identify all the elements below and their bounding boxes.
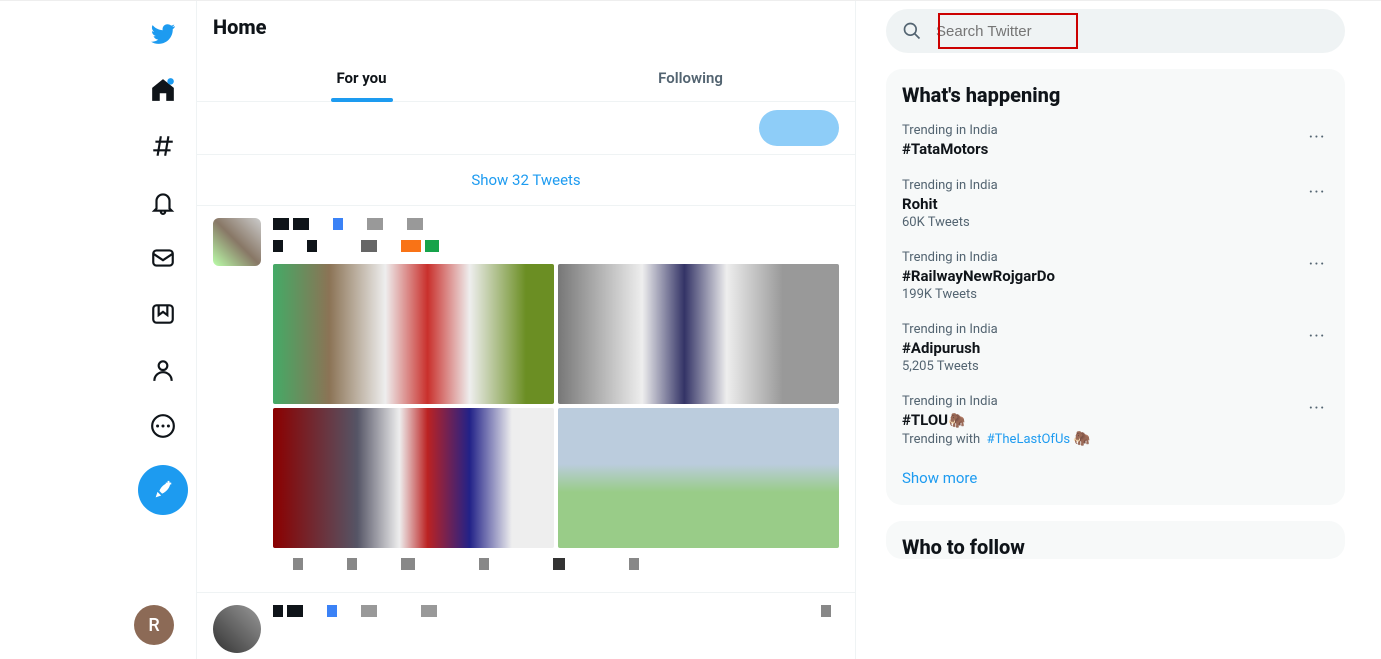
trend-topic: #TataMotors bbox=[902, 140, 1329, 158]
tweet-image-grid[interactable] bbox=[273, 264, 839, 548]
trend-topic: #TLOU🦣 bbox=[902, 411, 1329, 429]
trend-item[interactable]: ··· Trending in India Rohit 60K Tweets bbox=[886, 168, 1345, 240]
home-icon bbox=[150, 77, 176, 103]
envelope-icon bbox=[150, 245, 176, 271]
tweet[interactable] bbox=[197, 206, 855, 593]
twitter-bird-icon bbox=[150, 21, 176, 47]
sidebar: R bbox=[0, 1, 196, 659]
show-more-link[interactable]: Show more bbox=[886, 457, 1345, 491]
nav-explore[interactable] bbox=[138, 121, 188, 171]
page-title: Home bbox=[213, 11, 839, 55]
panel-title: Who to follow bbox=[902, 535, 1329, 559]
tweet-actions[interactable] bbox=[273, 558, 839, 574]
trend-topic: #RailwayNewRojgarDo bbox=[902, 267, 1329, 285]
emoji-icon: 🦣 bbox=[1073, 431, 1090, 447]
search-input[interactable] bbox=[922, 23, 1329, 40]
trend-item[interactable]: ··· Trending in India #RailwayNewRojgarD… bbox=[886, 240, 1345, 312]
trend-more-button[interactable]: ··· bbox=[1301, 176, 1333, 208]
trend-more-button[interactable]: ··· bbox=[1301, 121, 1333, 153]
logo-twitter[interactable] bbox=[138, 9, 188, 59]
trend-context: Trending in India bbox=[902, 178, 1329, 193]
nav-home[interactable] bbox=[138, 65, 188, 115]
trending-with-link[interactable]: #TheLastOfUs bbox=[987, 432, 1070, 447]
tab-for-you[interactable]: For you bbox=[197, 55, 526, 101]
who-to-follow-panel: Who to follow bbox=[886, 521, 1345, 559]
trend-topic: #Adipurush bbox=[902, 339, 1329, 357]
tweet-header-line bbox=[273, 218, 839, 234]
tweet-button[interactable] bbox=[759, 110, 839, 146]
panel-title: What's happening bbox=[886, 83, 1345, 113]
nav-notifications[interactable] bbox=[138, 177, 188, 227]
search-box[interactable] bbox=[886, 9, 1345, 53]
timeline-tabs: For you Following bbox=[197, 55, 855, 102]
bookmark-icon bbox=[150, 301, 176, 327]
more-circle-icon bbox=[150, 413, 176, 439]
show-new-tweets[interactable]: Show 32 Tweets bbox=[197, 155, 855, 206]
search-icon bbox=[902, 21, 922, 41]
trend-context: Trending in India bbox=[902, 394, 1329, 409]
compose-row bbox=[197, 102, 855, 155]
tab-following[interactable]: Following bbox=[526, 55, 855, 101]
tweet-header-line bbox=[273, 605, 839, 621]
trend-item[interactable]: ··· Trending in India #TLOU🦣 Trending wi… bbox=[886, 384, 1345, 457]
trend-more-button[interactable]: ··· bbox=[1301, 392, 1333, 424]
right-column: What's happening ··· Trending in India #… bbox=[856, 1, 1381, 659]
trend-count: 60K Tweets bbox=[902, 215, 1329, 230]
nav-messages[interactable] bbox=[138, 233, 188, 283]
compose-tweet-button[interactable] bbox=[138, 465, 188, 515]
trend-more-button[interactable]: ··· bbox=[1301, 320, 1333, 352]
trend-count: 5,205 Tweets bbox=[902, 359, 1329, 374]
trend-item[interactable]: ··· Trending in India #Adipurush 5,205 T… bbox=[886, 312, 1345, 384]
trend-context: Trending in India bbox=[902, 322, 1329, 337]
emoji-icon: 🦣 bbox=[948, 413, 965, 429]
tweet-text-line bbox=[273, 240, 839, 256]
trend-topic: Rohit bbox=[902, 195, 1329, 213]
whats-happening-panel: What's happening ··· Trending in India #… bbox=[886, 69, 1345, 505]
trend-item[interactable]: ··· Trending in India #TataMotors bbox=[886, 113, 1345, 168]
hashtag-icon bbox=[150, 133, 176, 159]
nav-profile[interactable] bbox=[138, 345, 188, 395]
main-column: Home For you Following Show 32 Tweets bbox=[196, 1, 856, 659]
feather-plus-icon bbox=[152, 479, 174, 501]
trend-more-button[interactable]: ··· bbox=[1301, 248, 1333, 280]
tweet-avatar[interactable] bbox=[213, 218, 261, 266]
tweet[interactable] bbox=[197, 593, 855, 659]
trending-with: Trending with #TheLastOfUs 🦣 bbox=[902, 431, 1329, 447]
nav-bookmarks[interactable] bbox=[138, 289, 188, 339]
tweet-avatar[interactable] bbox=[213, 605, 261, 653]
trend-count: 199K Tweets bbox=[902, 287, 1329, 302]
bell-icon bbox=[150, 189, 176, 215]
trend-context: Trending in India bbox=[902, 123, 1329, 138]
account-avatar[interactable]: R bbox=[134, 605, 174, 645]
trend-context: Trending in India bbox=[902, 250, 1329, 265]
nav-more[interactable] bbox=[138, 401, 188, 451]
person-icon bbox=[150, 357, 176, 383]
